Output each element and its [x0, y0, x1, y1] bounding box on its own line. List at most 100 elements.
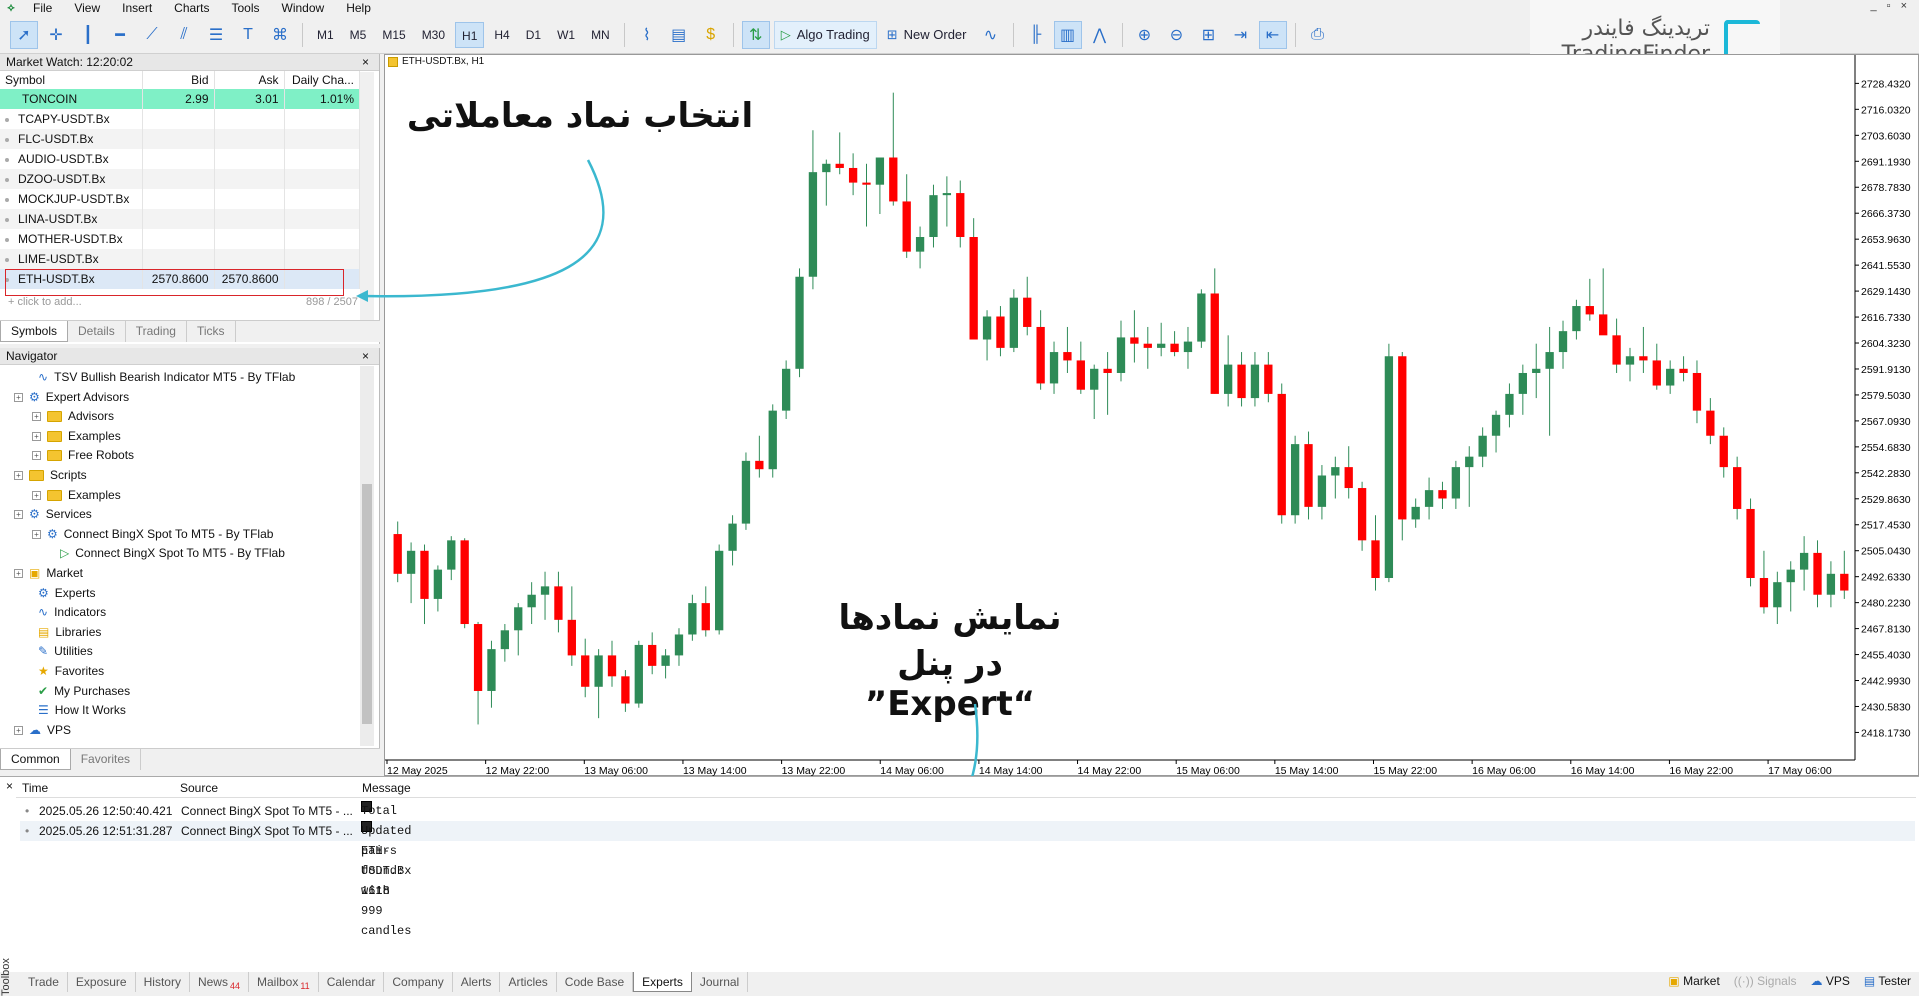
market-watch-scrollbar[interactable]: [360, 72, 374, 320]
col-symbol[interactable]: Symbol: [0, 71, 143, 89]
col-daily-change[interactable]: Daily Cha...: [284, 71, 360, 89]
vertical-line-icon[interactable]: ┃: [74, 21, 102, 49]
menu-tools[interactable]: Tools: [221, 0, 271, 16]
symbol-row[interactable]: LIME-USDT.Bx: [0, 249, 360, 269]
expand-icon[interactable]: +: [14, 569, 23, 578]
col-message[interactable]: Message: [362, 781, 411, 795]
autoscroll-icon[interactable]: ⇥: [1227, 21, 1255, 49]
symbol-row[interactable]: MOCKJUP-USDT.Bx: [0, 189, 360, 209]
minimize-button[interactable]: _: [1871, 0, 1877, 16]
tab-experts[interactable]: Experts: [633, 972, 692, 992]
toolbox-close-icon[interactable]: ×: [6, 779, 13, 793]
market-status[interactable]: ▣ Market: [1668, 974, 1719, 988]
chart-type-icon[interactable]: ⌇: [633, 21, 661, 49]
expand-icon[interactable]: +: [14, 392, 23, 402]
tab-favorites[interactable]: Favorites: [71, 749, 142, 770]
zoom-out-icon[interactable]: ⊖: [1163, 21, 1191, 49]
log-row[interactable]: • 2025.05.26 12:51:31.287 Connect BingX …: [20, 821, 1915, 938]
navigator-item[interactable]: + Free Robots: [32, 446, 134, 465]
tab-calendar[interactable]: Calendar: [319, 972, 385, 992]
close-icon[interactable]: ×: [362, 54, 369, 71]
candles-icon[interactable]: ▥: [1053, 20, 1082, 49]
navigator-item[interactable]: ∿ TSV Bullish Bearish Indicator MT5 - By …: [38, 368, 295, 387]
shapes-icon[interactable]: ⌘: [266, 21, 294, 49]
col-time[interactable]: Time: [22, 781, 48, 795]
navigator-item[interactable]: + ⚙ Connect BingX Spot To MT5 - By TFlab: [32, 525, 273, 544]
expand-icon[interactable]: +: [32, 529, 41, 539]
timeframe-m15[interactable]: M15: [376, 22, 411, 48]
text-icon[interactable]: T: [234, 21, 262, 49]
log-row[interactable]: • 2025.05.26 12:50:40.421 Connect BingX …: [20, 801, 1915, 898]
bar-chart-icon[interactable]: ╟: [1022, 21, 1050, 49]
expand-icon[interactable]: +: [32, 431, 41, 441]
navigator-item[interactable]: + ⚙ Expert Advisors: [14, 388, 129, 407]
timeframe-m1[interactable]: M1: [311, 22, 340, 48]
channel-icon[interactable]: ⫽: [170, 21, 198, 49]
menu-insert[interactable]: Insert: [111, 0, 163, 16]
horizontal-line-icon[interactable]: ━: [106, 21, 134, 49]
new-order-button[interactable]: ⊞ New Order: [881, 21, 973, 49]
close-icon[interactable]: ×: [362, 348, 369, 365]
tab-mailbox[interactable]: Mailbox 11: [249, 972, 319, 992]
tab-articles[interactable]: Articles: [500, 972, 557, 992]
tab-history[interactable]: History: [136, 972, 190, 992]
timeframe-h4[interactable]: H4: [488, 22, 515, 48]
symbol-row[interactable]: FLC-USDT.Bx: [0, 129, 360, 149]
expand-icon[interactable]: +: [14, 471, 23, 480]
timeframe-h1[interactable]: H1: [455, 21, 485, 48]
navigator-item[interactable]: ✎ Utilities: [38, 642, 93, 661]
navigator-item[interactable]: + Advisors: [32, 407, 114, 426]
trendline-icon[interactable]: ⟋: [138, 21, 166, 49]
timeframe-w1[interactable]: W1: [551, 22, 581, 48]
menu-help[interactable]: Help: [335, 0, 382, 16]
symbol-row[interactable]: DZOO-USDT.Bx: [0, 169, 360, 189]
dollar-icon[interactable]: $: [697, 21, 725, 49]
crosshair-icon[interactable]: ✛: [42, 21, 70, 49]
navigator-item[interactable]: ▷ Connect BingX Spot To MT5 - By TFlab: [60, 544, 285, 563]
toolbox-side-label[interactable]: Toolbox: [0, 948, 14, 996]
line-chart-icon[interactable]: ⋀: [1086, 21, 1114, 49]
navigator-item[interactable]: + ⚙ Services: [14, 505, 92, 524]
tab-symbols[interactable]: Symbols: [0, 321, 69, 342]
tab-trade[interactable]: Trade: [20, 972, 68, 992]
templates-icon[interactable]: ▤: [665, 21, 693, 49]
tab-details[interactable]: Details: [68, 321, 126, 342]
navigator-item[interactable]: ☰ How It Works: [38, 701, 126, 720]
navigator-item[interactable]: ★ Favorites: [38, 662, 104, 681]
navigator-item[interactable]: ▤ Libraries: [38, 623, 101, 642]
symbol-row[interactable]: TCAPY-USDT.Bx: [0, 109, 360, 129]
close-button[interactable]: ×: [1901, 0, 1907, 16]
timeframe-m30[interactable]: M30: [416, 22, 451, 48]
expand-icon[interactable]: +: [32, 412, 41, 422]
col-source[interactable]: Source: [180, 781, 218, 795]
tab-exposure[interactable]: Exposure: [68, 972, 136, 992]
menu-charts[interactable]: Charts: [163, 0, 220, 16]
vps-status[interactable]: ☁ VPS: [1810, 974, 1849, 988]
tab-alerts[interactable]: Alerts: [453, 972, 501, 992]
cursor-icon[interactable]: ➚: [10, 20, 38, 49]
navigator-item[interactable]: ∿ Indicators: [38, 603, 106, 622]
navigator-item[interactable]: ⚙ Experts: [38, 584, 95, 603]
chart-shift-icon[interactable]: ⇤: [1258, 20, 1287, 49]
col-ask[interactable]: Ask: [214, 71, 285, 89]
symbol-row[interactable]: TONCOIN 2.99 3.01 1.01%: [0, 89, 360, 109]
tab-news[interactable]: News 44: [190, 972, 249, 992]
symbol-row[interactable]: MOTHER-USDT.Bx: [0, 229, 360, 249]
expand-icon[interactable]: +: [32, 490, 41, 500]
tester-status[interactable]: ▤ Tester: [1864, 974, 1911, 988]
chart-window[interactable]: 2728.4320 2716.0320 2703.6030 2691.1930 2678…: [384, 54, 1919, 777]
navigator-item[interactable]: + Scripts: [14, 466, 87, 485]
indicators-icon[interactable]: ∿: [977, 21, 1005, 49]
symbol-row[interactable]: LINA-USDT.Bx: [0, 209, 360, 229]
signals-status[interactable]: ((·)) Signals: [1734, 974, 1797, 988]
fibonacci-icon[interactable]: ☰: [202, 21, 230, 49]
one-click-trading-icon[interactable]: ⇅: [741, 20, 770, 49]
navigator-item[interactable]: ✔ My Purchases: [38, 682, 130, 701]
tab-company[interactable]: Company: [384, 972, 453, 992]
tab-trading[interactable]: Trading: [126, 321, 187, 342]
timeframe-d1[interactable]: D1: [520, 22, 547, 48]
tile-windows-icon[interactable]: ⊞: [1195, 21, 1223, 49]
navigator-item[interactable]: + Examples: [32, 486, 121, 505]
add-symbol-row[interactable]: + click to add... 898 / 2507: [8, 296, 368, 308]
navigator-item[interactable]: + Examples: [32, 427, 121, 446]
